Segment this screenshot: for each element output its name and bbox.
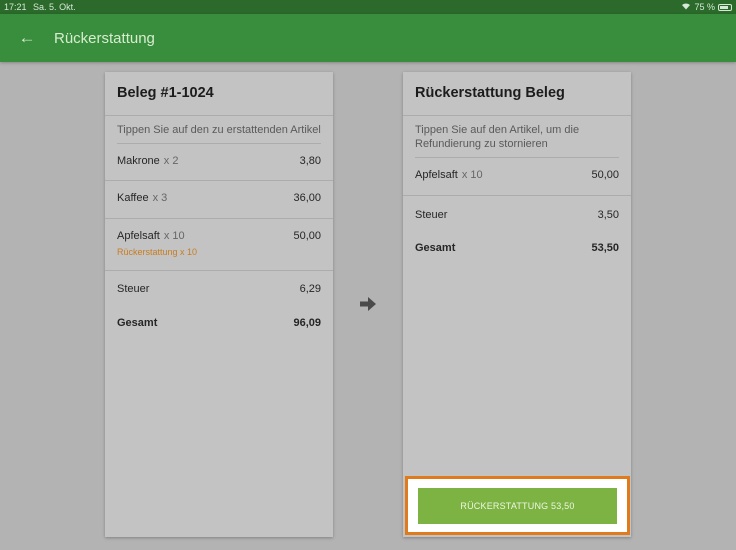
receipt-item-makrone[interactable]: Makrone x 2 3,80 — [105, 144, 333, 181]
item-amount: 3,80 — [299, 155, 321, 167]
item-name: Apfelsaft — [415, 169, 458, 181]
item-qty: x 2 — [163, 155, 179, 167]
page-title: Rückerstattung — [54, 29, 155, 47]
refund-button[interactable]: RÜCKERSTATTUNG 53,50 — [418, 488, 617, 524]
item-amount: 36,00 — [293, 192, 321, 204]
item-amount: 50,00 — [293, 230, 321, 242]
receipt-hint: Tippen Sie auf den zu erstattenden Artik… — [117, 116, 321, 144]
item-qty: x 3 — [152, 192, 168, 204]
receipt-title: Beleg #1-1024 — [105, 72, 333, 116]
item-qty: x 10 — [461, 169, 483, 181]
total-amount: 96,09 — [293, 317, 321, 329]
refund-button-highlight: RÜCKERSTATTUNG 53,50 — [405, 476, 630, 535]
receipt-total-row: Gesamt 96,09 — [105, 307, 333, 337]
tax-amount: 6,29 — [299, 283, 321, 295]
refund-tax-row: Steuer 3,50 — [403, 196, 631, 232]
refund-receipt-card: Rückerstattung Beleg Tippen Sie auf den … — [403, 72, 631, 537]
receipt-item-apfelsaft[interactable]: Apfelsaft x 10 Rückerstattung x 10 50,00 — [105, 219, 333, 271]
refund-receipt-hint: Tippen Sie auf den Artikel, um die Refun… — [415, 116, 619, 158]
item-name: Apfelsaft — [117, 230, 160, 242]
refund-receipt-title: Rückerstattung Beleg — [403, 72, 631, 116]
back-arrow-icon[interactable]: ← — [0, 28, 54, 48]
receipt-tax-row: Steuer 6,29 — [105, 271, 333, 307]
receipt-card: Beleg #1-1024 Tippen Sie auf den zu erst… — [105, 72, 333, 537]
arrow-right-icon — [360, 297, 376, 311]
total-amount: 53,50 — [591, 242, 619, 254]
item-qty: x 10 — [163, 230, 185, 242]
battery-percentage: 75 % — [694, 2, 715, 12]
battery-icon — [718, 3, 732, 11]
status-time: 17:21 — [4, 2, 27, 12]
tax-label: Steuer — [415, 209, 448, 221]
item-amount: 50,00 — [591, 169, 619, 181]
receipt-item-kaffee[interactable]: Kaffee x 3 36,00 — [105, 181, 333, 219]
status-date: Sa. 5. Okt. — [33, 2, 76, 12]
tax-amount: 3,50 — [597, 209, 619, 221]
tax-label: Steuer — [117, 283, 150, 295]
total-label: Gesamt — [415, 242, 456, 254]
app-bar: ← Rückerstattung — [0, 14, 736, 62]
refund-total-row: Gesamt 53,50 — [403, 232, 631, 262]
wifi-icon — [681, 2, 691, 12]
item-name: Makrone — [117, 155, 160, 167]
status-bar: 17:21 Sa. 5. Okt. 75 % — [0, 0, 736, 14]
total-label: Gesamt — [117, 317, 158, 329]
item-name: Kaffee — [117, 192, 149, 204]
refund-note: Rückerstattung x 10 — [117, 247, 198, 257]
refund-item-apfelsaft[interactable]: Apfelsaft x 10 50,00 — [403, 158, 631, 196]
